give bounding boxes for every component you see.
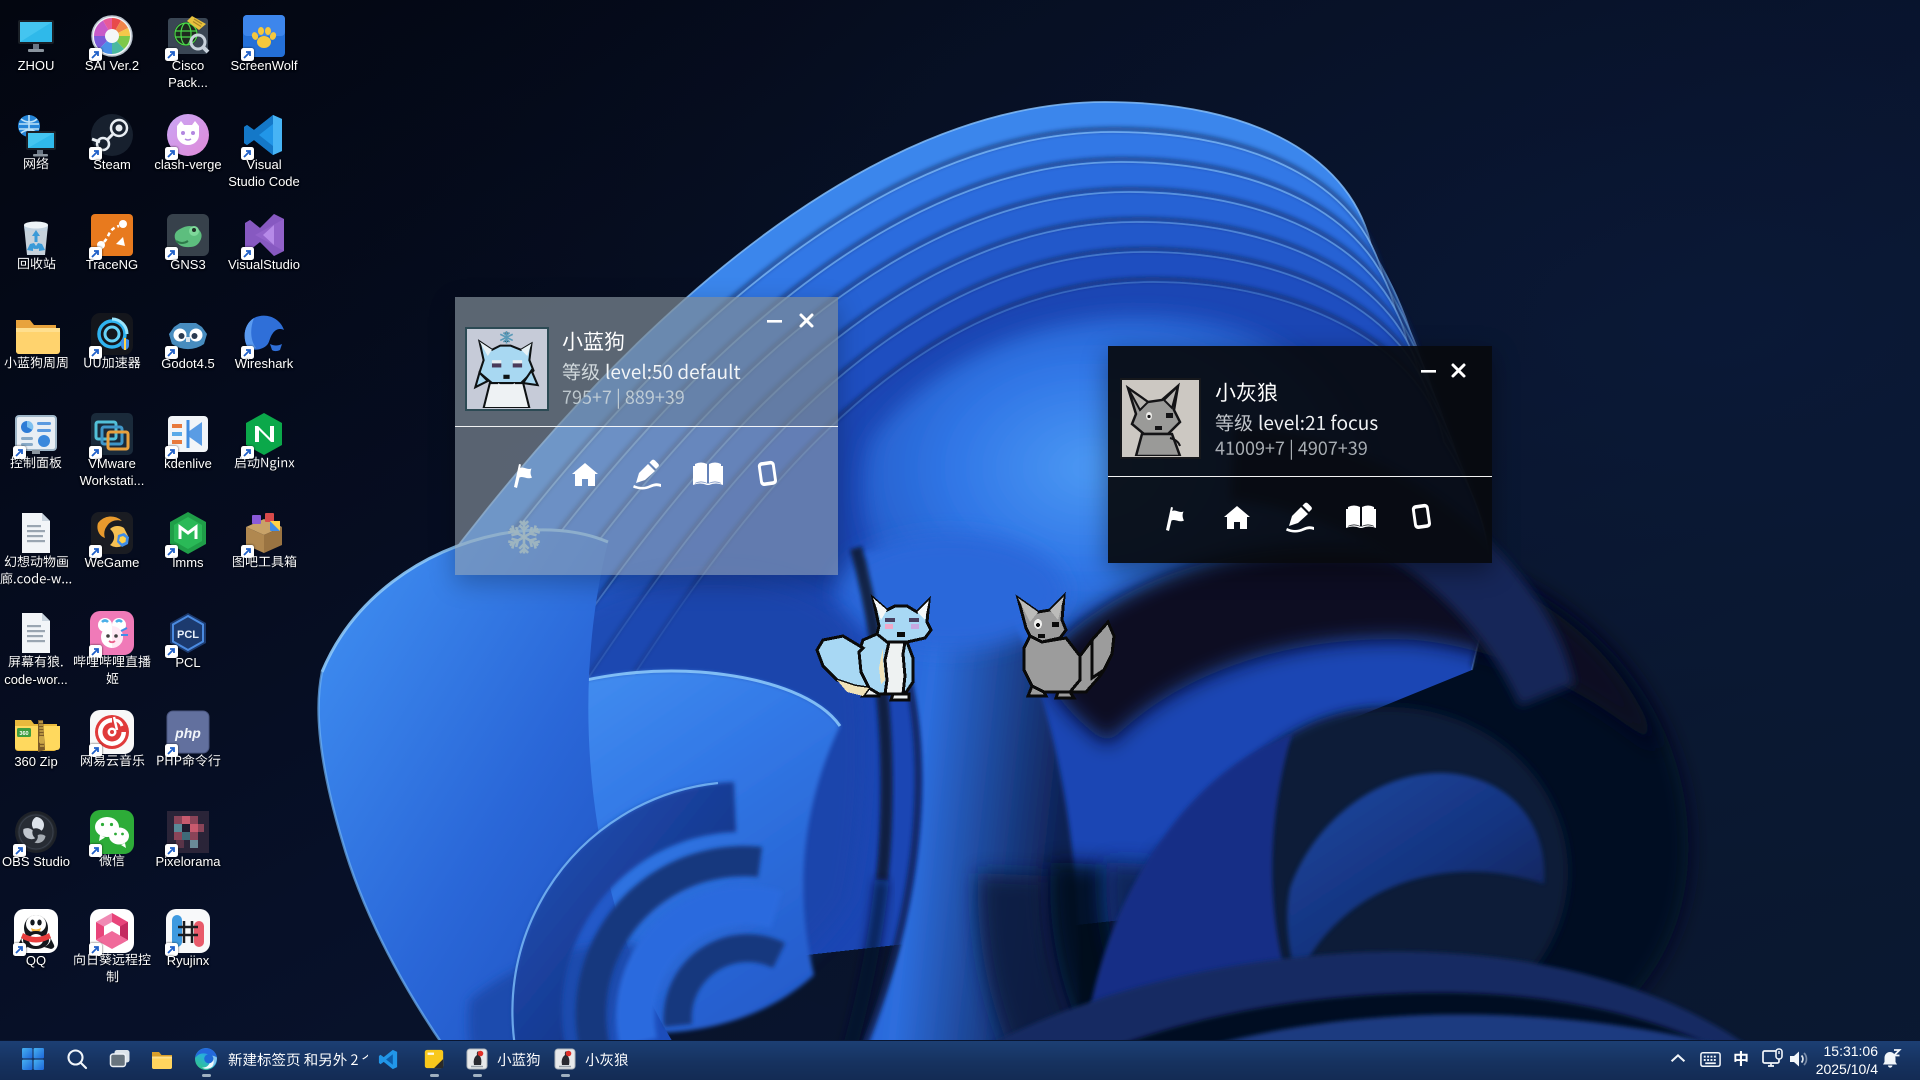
svg-text:php: php <box>174 725 201 741</box>
svg-text:360: 360 <box>19 731 28 737</box>
svg-text:PCL: PCL <box>177 629 199 641</box>
